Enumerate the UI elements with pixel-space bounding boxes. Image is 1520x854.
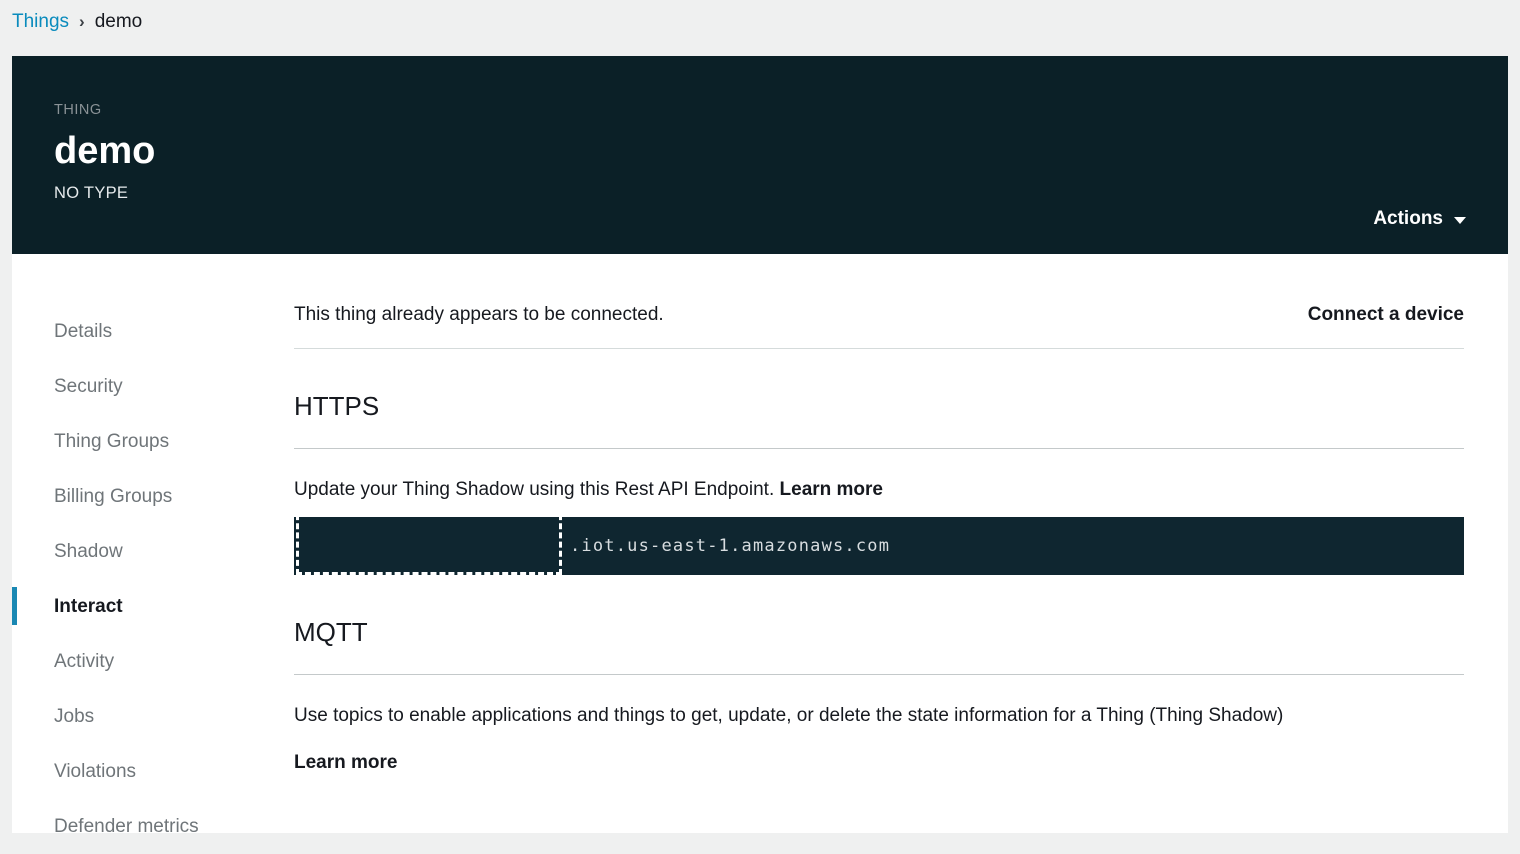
- content-shell: Details Security Thing Groups Billing Gr…: [12, 254, 1508, 833]
- main-panel: This thing already appears to be connect…: [294, 254, 1508, 833]
- sidebar-item-violations[interactable]: Violations: [12, 744, 294, 799]
- sidebar-item-label: Jobs: [54, 706, 94, 728]
- sidebar-item-label: Security: [54, 376, 123, 398]
- breadcrumb-current-demo: demo: [95, 11, 143, 33]
- chevron-down-icon: [1454, 217, 1466, 224]
- https-description: Update your Thing Shadow using this Rest…: [294, 477, 1464, 503]
- breadcrumb-link-things[interactable]: Things: [12, 11, 69, 33]
- sidebar-item-activity[interactable]: Activity: [12, 634, 294, 689]
- sidebar-item-jobs[interactable]: Jobs: [12, 689, 294, 744]
- actions-button[interactable]: Actions: [1373, 208, 1466, 230]
- connection-status-text: This thing already appears to be connect…: [294, 304, 664, 326]
- sidebar-item-details[interactable]: Details: [12, 304, 294, 359]
- sidebar-item-defender-metrics[interactable]: Defender metrics: [12, 799, 294, 854]
- sidebar-item-thing-groups[interactable]: Thing Groups: [12, 414, 294, 469]
- breadcrumb-separator-icon: ›: [79, 12, 85, 32]
- sidebar-item-label: Shadow: [54, 541, 123, 563]
- sidebar-item-label: Violations: [54, 761, 136, 783]
- section-heading-mqtt: MQTT: [294, 617, 1464, 675]
- endpoint-field-wrapper: .iot.us-east-1.amazonaws.com: [294, 517, 1464, 575]
- redaction-mask-overlay: [296, 505, 562, 575]
- actions-button-label: Actions: [1373, 208, 1443, 230]
- breadcrumb: Things › demo: [0, 0, 1520, 44]
- sidebar-item-label: Billing Groups: [54, 486, 172, 508]
- sidebar: Details Security Thing Groups Billing Gr…: [12, 254, 294, 833]
- mqtt-description: Use topics to enable applications and th…: [294, 703, 1464, 729]
- mqtt-learn-more-link[interactable]: Learn more: [294, 752, 397, 774]
- https-description-text: Update your Thing Shadow using this Rest…: [294, 479, 774, 500]
- sidebar-item-label: Thing Groups: [54, 431, 169, 453]
- sidebar-item-billing-groups[interactable]: Billing Groups: [12, 469, 294, 524]
- sidebar-item-shadow[interactable]: Shadow: [12, 524, 294, 579]
- thing-header-panel: THING demo NO TYPE Actions: [12, 56, 1508, 254]
- sidebar-item-label: Details: [54, 321, 112, 343]
- thing-type-label: NO TYPE: [54, 184, 1508, 203]
- sidebar-item-label: Defender metrics: [54, 816, 199, 838]
- connect-a-device-button[interactable]: Connect a device: [1308, 304, 1464, 326]
- thing-eyebrow-label: THING: [54, 102, 1508, 118]
- sidebar-item-interact[interactable]: Interact: [12, 579, 294, 634]
- sidebar-item-security[interactable]: Security: [12, 359, 294, 414]
- https-learn-more-link[interactable]: Learn more: [780, 479, 883, 500]
- rest-api-endpoint-value: .iot.us-east-1.amazonaws.com: [570, 536, 890, 556]
- sidebar-item-label: Interact: [54, 596, 123, 618]
- sidebar-item-label: Activity: [54, 651, 114, 673]
- connection-status-row: This thing already appears to be connect…: [294, 304, 1464, 349]
- page-title: demo: [54, 132, 1508, 170]
- section-heading-https: HTTPS: [294, 391, 1464, 449]
